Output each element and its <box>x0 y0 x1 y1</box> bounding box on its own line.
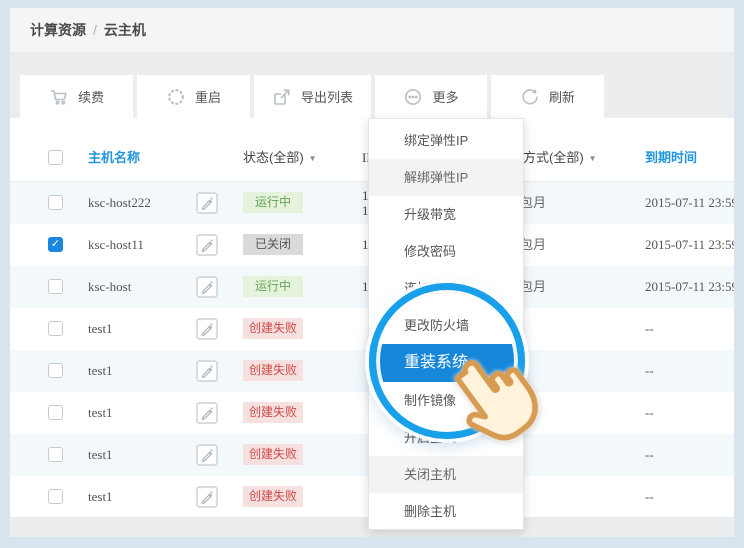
row-checkbox[interactable] <box>48 195 63 210</box>
column-header-hostname[interactable]: 主机名称 <box>88 135 140 181</box>
edit-icon[interactable] <box>196 192 218 214</box>
more-button-label: 更多 <box>432 90 459 105</box>
menu-item-change-password[interactable]: 修改密码 <box>369 233 523 270</box>
menu-item-unbind-eip: 解绑弹性IP <box>369 159 523 196</box>
status-badge: 已关闭 <box>243 234 303 255</box>
expire-cell: 2015-07-11 23:59: <box>645 195 734 210</box>
status-badge: 运行中 <box>243 276 303 297</box>
status-badge: 创建失败 <box>243 444 304 465</box>
status-badge: 创建失败 <box>243 486 304 507</box>
status-badge: 创建失败 <box>243 402 304 423</box>
menu-item-start-host[interactable]: 开启主机 <box>369 419 523 456</box>
hostname-cell: test1 <box>88 405 113 420</box>
chevron-down-icon: ▼ <box>588 154 597 163</box>
menu-item-connect-host[interactable]: 连接主机 <box>369 270 523 307</box>
edit-icon[interactable] <box>196 402 218 424</box>
renew-button[interactable]: 续费 <box>20 75 133 118</box>
row-checkbox[interactable]: ✓ <box>48 237 63 252</box>
expire-cell: -- <box>645 447 654 462</box>
row-checkbox[interactable] <box>48 489 63 504</box>
export-list-button-label: 导出列表 <box>300 90 353 105</box>
breadcrumb-separator: / <box>93 22 97 38</box>
hostname-cell: test1 <box>88 489 113 504</box>
restart-button[interactable]: 重启 <box>137 75 250 118</box>
menu-item-bind-eip[interactable]: 绑定弹性IP <box>369 122 523 159</box>
edit-icon[interactable] <box>196 486 218 508</box>
column-header-expire[interactable]: 到期时间 <box>645 135 697 181</box>
column-header-status-filter[interactable]: 状态(全部) ▼ <box>243 135 317 182</box>
more-button[interactable]: 更多 <box>375 75 487 118</box>
menu-item-reinstall-system[interactable]: 重装系统 <box>369 344 523 382</box>
menu-item-delete-host[interactable]: 删除主机 <box>369 493 523 530</box>
hostname-cell: test1 <box>88 363 113 378</box>
edit-icon[interactable] <box>196 360 218 382</box>
export-icon <box>274 89 290 105</box>
row-checkbox[interactable] <box>48 447 63 462</box>
hostname-cell: ksc-host <box>88 279 132 294</box>
hostname-cell: test1 <box>88 447 113 462</box>
console-panel: 计算资源 / 云主机 续费 重启 导出列表 更多 刷新 主机名称 状态(全部) … <box>10 8 734 537</box>
menu-item-stop-host: 关闭主机 <box>369 456 523 493</box>
edit-icon[interactable] <box>196 318 218 340</box>
breadcrumb-section[interactable]: 计算资源 <box>30 22 86 38</box>
export-list-button[interactable]: 导出列表 <box>254 75 371 118</box>
edit-icon[interactable] <box>196 276 218 298</box>
page-title: 云主机 <box>103 22 146 38</box>
refresh-button-label: 刷新 <box>548 90 575 105</box>
edit-icon[interactable] <box>196 234 218 256</box>
menu-item-upgrade-bandwidth[interactable]: 升级带宽 <box>369 196 523 233</box>
edit-icon[interactable] <box>196 444 218 466</box>
row-checkbox[interactable] <box>48 405 63 420</box>
menu-item-change-firewall[interactable]: 更改防火墙 <box>369 307 523 344</box>
hostname-cell: test1 <box>88 321 113 336</box>
expire-cell: -- <box>645 321 654 336</box>
status-badge: 创建失败 <box>243 318 304 339</box>
refresh-icon <box>522 88 538 104</box>
hostname-cell: ksc-host11 <box>88 237 144 252</box>
cart-icon <box>50 89 67 105</box>
ellipsis-circle-icon <box>405 88 422 105</box>
hostname-cell: ksc-host222 <box>88 195 151 210</box>
restart-button-label: 重启 <box>194 90 221 105</box>
row-checkbox[interactable] <box>48 321 63 336</box>
expire-cell: 2015-07-11 23:59: <box>645 279 734 294</box>
row-checkbox[interactable] <box>48 279 63 294</box>
refresh-button[interactable]: 刷新 <box>491 75 604 118</box>
select-all-checkbox[interactable] <box>48 150 63 165</box>
renew-button-label: 续费 <box>77 90 104 105</box>
status-badge: 运行中 <box>243 192 303 213</box>
expire-cell: -- <box>645 489 654 504</box>
restart-icon <box>168 88 184 105</box>
breadcrumb: 计算资源 / 云主机 <box>30 8 146 52</box>
more-dropdown-menu: 绑定弹性IP 解绑弹性IP 升级带宽 修改密码 连接主机 更改防火墙 重装系统 制作镜像 开启主… <box>368 118 524 530</box>
chevron-down-icon: ▼ <box>308 154 317 163</box>
breadcrumb-bar: 计算资源 / 云主机 <box>10 8 734 52</box>
row-checkbox[interactable] <box>48 363 63 378</box>
status-badge: 创建失败 <box>243 360 304 381</box>
expire-cell: -- <box>645 405 654 420</box>
expire-cell: 2015-07-11 23:59: <box>645 237 734 252</box>
expire-cell: -- <box>645 363 654 378</box>
menu-item-create-image[interactable]: 制作镜像 <box>369 382 523 419</box>
